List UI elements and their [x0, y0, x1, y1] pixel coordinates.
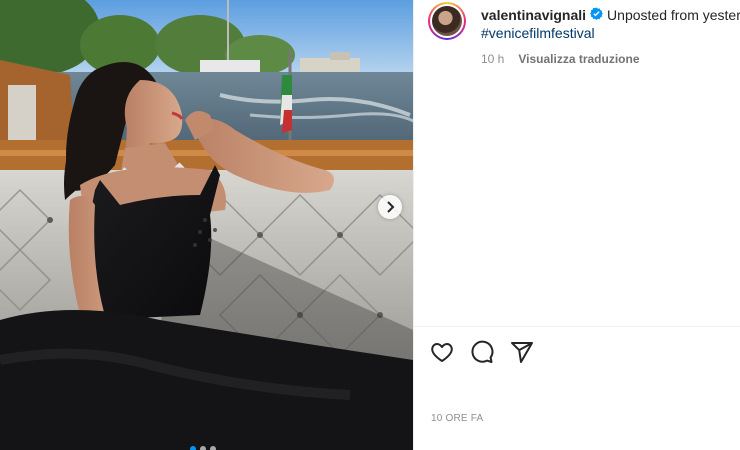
paper-plane-icon[interactable]: [510, 340, 534, 364]
chevron-right-icon: [387, 201, 395, 213]
caption-text: Unposted from yesterday: [607, 7, 740, 23]
action-bar: [430, 340, 534, 364]
caption: valentinavignali Unposted from yesterday…: [481, 2, 740, 68]
carousel-dot: [210, 446, 216, 450]
heart-icon[interactable]: [430, 340, 454, 364]
post-side-panel: valentinavignali Unposted from yesterday…: [413, 0, 740, 450]
posted-time-label: 10 ORE FA: [431, 413, 484, 424]
comment-icon[interactable]: [470, 340, 494, 364]
post-timestamp[interactable]: 10 h: [481, 50, 504, 68]
avatar[interactable]: [432, 6, 462, 36]
carousel-dot: [190, 446, 196, 450]
photo-illustration: [0, 0, 413, 450]
translate-button[interactable]: Visualizza traduzione: [518, 50, 639, 68]
carousel-next-button[interactable]: [378, 195, 402, 219]
username-link[interactable]: valentinavignali: [481, 6, 586, 24]
verified-badge-icon: [590, 6, 604, 24]
divider: [414, 326, 740, 327]
hashtag-link[interactable]: #venicefilmfestival: [481, 24, 740, 42]
carousel-dot: [200, 446, 206, 450]
carousel-indicator: [190, 446, 216, 450]
post-photo[interactable]: [0, 0, 413, 450]
caption-row: valentinavignali Unposted from yesterday…: [428, 2, 740, 68]
story-ring[interactable]: [428, 2, 466, 40]
